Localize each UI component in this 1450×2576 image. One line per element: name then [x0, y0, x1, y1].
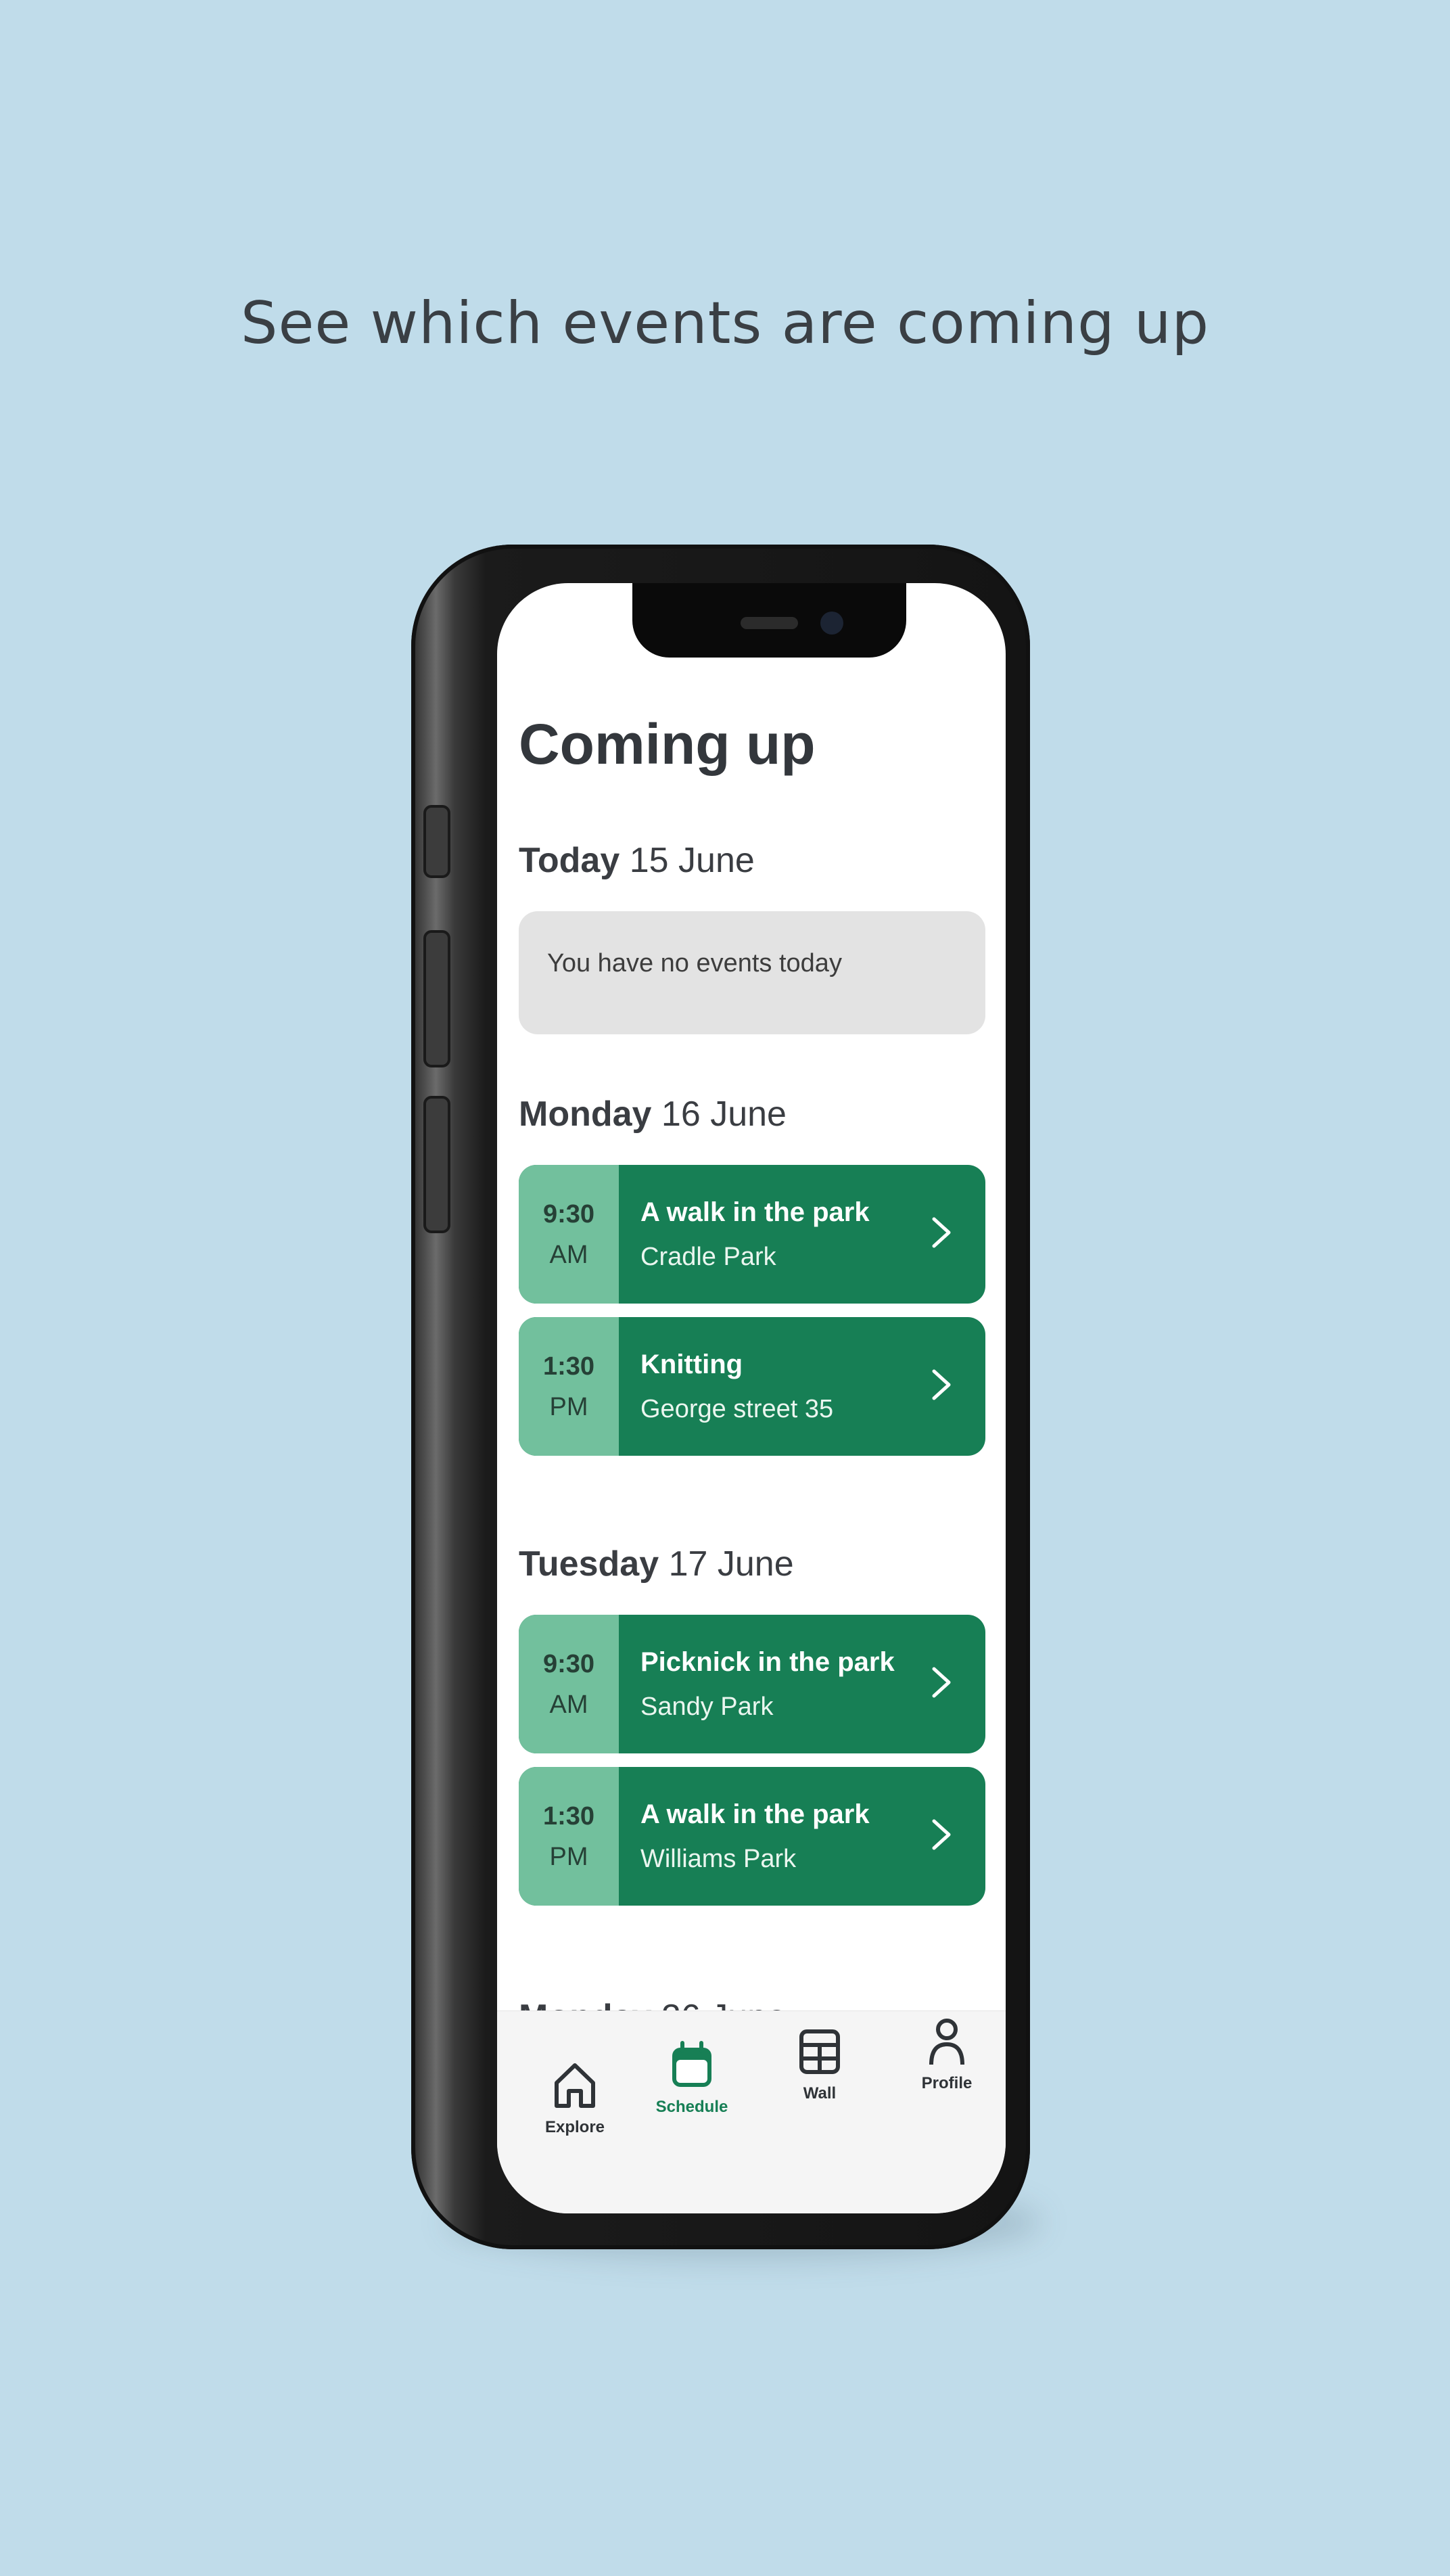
no-events-text: You have no events today [547, 949, 842, 978]
volume-up-button [423, 930, 450, 1067]
day-date: 15 June [629, 841, 755, 880]
event-info: Knitting George street 35 [640, 1350, 833, 1424]
event-time-value: 1:30 [542, 1801, 595, 1831]
event-info: A walk in the park Cradle Park [640, 1197, 870, 1272]
chevron-right-icon [932, 1369, 951, 1400]
home-icon [555, 2063, 595, 2108]
event-time: 1:30 PM [519, 1767, 619, 1906]
tab-schedule[interactable]: Schedule [634, 2038, 749, 2117]
day-date: 16 June [661, 1095, 787, 1134]
tab-label: Schedule [655, 2098, 728, 2116]
bottom-tab-bar: Explore Schedule Wall Profile [497, 2010, 1006, 2213]
mute-switch [423, 805, 450, 878]
event-name: Picknick in the park [640, 1647, 895, 1677]
event-info: A walk in the park Williams Park [640, 1799, 870, 1874]
front-camera [820, 612, 843, 635]
event-time-value: 9:30 [542, 1199, 595, 1228]
tab-label: Explore [544, 2118, 605, 2136]
day-weekday: Today [519, 841, 620, 880]
event-card[interactable]: 1:30 PM A walk in the park Williams Park [519, 1767, 985, 1906]
day-heading-today: Today 15 June [519, 840, 755, 881]
day-date: 17 June [668, 1544, 794, 1584]
tab-explore[interactable]: Explore [517, 2058, 632, 2137]
speaker [741, 617, 798, 629]
person-icon [929, 2019, 964, 2065]
event-time-period: PM [549, 1842, 588, 1871]
event-time-period: PM [549, 1392, 588, 1421]
event-card[interactable]: 9:30 AM Picknick in the park Sandy Park [519, 1615, 985, 1753]
chevron-right-icon [932, 1667, 951, 1698]
event-time: 9:30 AM [519, 1165, 619, 1304]
phone-screen: Coming up Today 15 June You have no even… [497, 583, 1006, 2213]
tab-profile[interactable]: Profile [889, 2015, 1004, 2093]
event-place: Sandy Park [640, 1693, 774, 1721]
tab-label: Wall [803, 2084, 837, 2102]
no-events-card: You have no events today [519, 911, 985, 1034]
tab-wall[interactable]: Wall [762, 2025, 877, 2103]
headline: See which events are coming up [240, 290, 1210, 357]
tab-label: Profile [921, 2074, 973, 2092]
event-info: Picknick in the park Sandy Park [640, 1647, 895, 1722]
event-time: 9:30 AM [519, 1615, 619, 1753]
event-card[interactable]: 9:30 AM A walk in the park Cradle Park [519, 1165, 985, 1304]
event-time-period: AM [549, 1240, 588, 1269]
notch [632, 583, 906, 658]
day-heading-monday: Monday 16 June [519, 1094, 787, 1134]
event-name: A walk in the park [640, 1799, 870, 1829]
page-title: Coming up [519, 712, 816, 776]
chevron-right-icon [932, 1819, 951, 1850]
event-time: 1:30 PM [519, 1317, 619, 1456]
event-card[interactable]: 1:30 PM Knitting George street 35 [519, 1317, 985, 1456]
event-name: Knitting [640, 1350, 743, 1379]
calendar-icon [672, 2041, 711, 2087]
chevron-right-icon [932, 1217, 951, 1248]
event-name: A walk in the park [640, 1197, 870, 1227]
volume-down-button [423, 1096, 450, 1233]
day-weekday: Tuesday [519, 1544, 659, 1584]
day-heading-tuesday: Tuesday 17 June [519, 1544, 794, 1584]
day-weekday: Monday [519, 1095, 652, 1134]
event-place: Williams Park [640, 1845, 797, 1873]
event-time-value: 9:30 [542, 1649, 595, 1678]
grid-icon [799, 2029, 840, 2074]
event-place: Cradle Park [640, 1243, 776, 1271]
event-time-value: 1:30 [542, 1352, 595, 1381]
event-place: George street 35 [640, 1395, 834, 1423]
event-time-period: AM [549, 1690, 588, 1719]
